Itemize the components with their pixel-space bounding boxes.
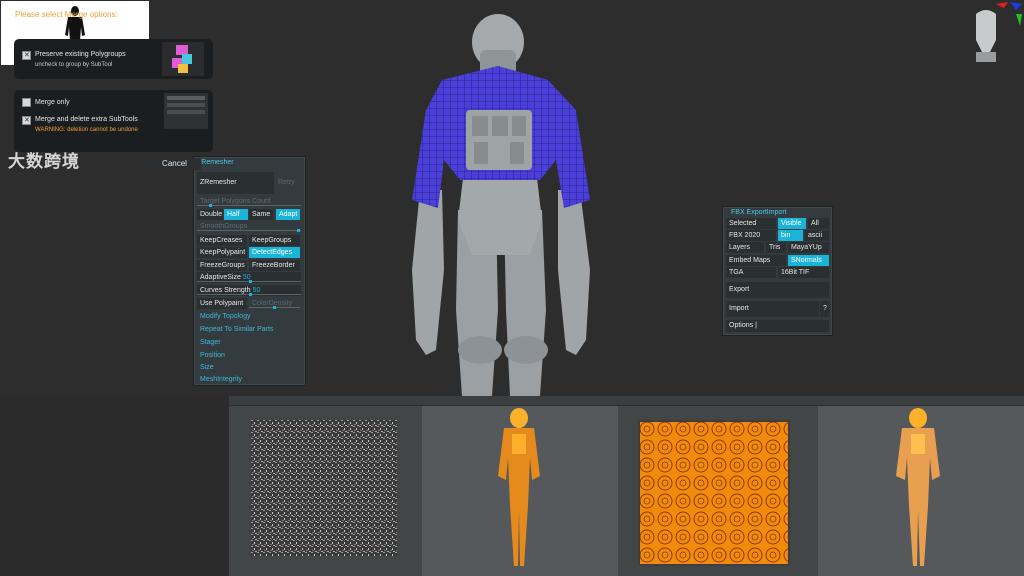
size-button[interactable]: Size (197, 362, 301, 373)
double-button[interactable]: Double (197, 209, 223, 220)
position-button[interactable]: Position (197, 350, 301, 361)
16bit-tif-button[interactable]: 16Bit TIF (778, 267, 829, 278)
colordensity-slider[interactable]: ColorDensity (249, 298, 300, 309)
adapt-button[interactable]: Adapt (276, 209, 300, 220)
subtool-preview-icon (164, 93, 208, 129)
adaptivesize-label: AdaptiveSize (200, 274, 241, 281)
uv-texture-screenshot (618, 396, 818, 576)
panel-title: FBX ExportImport (731, 209, 787, 216)
freezeborder-button[interactable]: FreezeBorder (249, 260, 300, 271)
use-polypaint-button[interactable]: Use Polypaint (197, 298, 247, 309)
import-button[interactable]: Import (726, 301, 819, 317)
target-polygons-slider[interactable]: Target Polygons Count (197, 196, 301, 207)
y-axis-icon (1016, 14, 1022, 26)
detectedges-button[interactable]: DetectEdges (249, 247, 300, 258)
adaptivesize-slider[interactable]: AdaptiveSize 50 (197, 272, 301, 283)
curves-strength-slider[interactable]: Curves Strength 50 (197, 285, 301, 296)
preserve-checkbox[interactable] (22, 51, 31, 60)
selected-button[interactable]: Selected (726, 218, 776, 229)
same-button[interactable]: Same (249, 209, 273, 220)
modify-topology-button[interactable]: Modify Topology (197, 311, 301, 322)
embed-maps-button[interactable]: Embed Maps (726, 255, 786, 266)
merge-delete-checkbox[interactable] (22, 116, 31, 125)
noise-texture-map (251, 420, 397, 556)
tris-button[interactable]: Tris (766, 242, 786, 253)
z-axis-icon (1010, 2, 1022, 10)
keeppolypaint-button[interactable]: KeepPolypaint (197, 247, 247, 258)
preserve-sub-label: uncheck to group by SubTool (35, 62, 113, 68)
watermark: 大数跨境 (8, 152, 80, 171)
warning-text: WARNING: deletion cannot be undone (35, 127, 138, 133)
curves-strength-label: Curves Strength (200, 287, 251, 294)
dialog-title: Please select Merge options: (15, 10, 118, 19)
cancel-button[interactable]: Cancel (148, 158, 201, 170)
head-gizmo-icon (976, 10, 996, 52)
merge-delete-label: Merge and delete extra SubTools (35, 116, 138, 123)
half-button[interactable]: Half (224, 209, 248, 220)
panel-title: ZRemesher (197, 159, 234, 166)
smoothgroups-slider[interactable]: SmoothGroups (197, 221, 301, 232)
merge-mode-option: Merge only Merge and delete extra SubToo… (14, 90, 213, 152)
fbx-panel: FBX ExportImport Selected Visible All FB… (722, 206, 833, 336)
keepcreases-button[interactable]: KeepCreases (197, 235, 247, 246)
merge-only-label: Merge only (35, 99, 70, 106)
smoothgroups-label: SmoothGroups (200, 223, 248, 230)
meshintegrity-button[interactable]: MeshIntegrity (197, 374, 301, 385)
bin-button[interactable]: bin (778, 230, 803, 241)
ascii-button[interactable]: ascii (805, 230, 829, 241)
zremesher-button[interactable]: ZRemesher (197, 172, 274, 194)
export-button[interactable]: Export (726, 282, 829, 298)
character-model[interactable] (380, 10, 630, 396)
orientation-gizmo[interactable] (960, 0, 1024, 70)
preserve-polygroups-option[interactable]: Preserve existing Polygroups uncheck to … (14, 39, 213, 79)
fbx-version-select[interactable]: FBX 2020 (726, 230, 776, 241)
model-view-screenshot-1 (422, 396, 618, 576)
freezegroups-button[interactable]: FreezeGroups (197, 260, 247, 271)
all-button[interactable]: All (808, 218, 829, 229)
repeat-similar-parts-button[interactable]: Repeat To Similar Parts (197, 324, 301, 335)
zremesher-panel: ZRemesher ZRemesher Retry Target Polygon… (193, 156, 306, 386)
mayayup-button[interactable]: MayaYUp (788, 242, 829, 253)
tga-button[interactable]: TGA (726, 267, 776, 278)
snormals-button[interactable]: SNormals (788, 255, 829, 266)
x-axis-icon (996, 2, 1008, 8)
model-view-screenshot-2 (818, 396, 1024, 576)
curves-strength-value: 50 (252, 287, 261, 294)
orange-model (498, 408, 540, 566)
noise-texture-screenshot (229, 396, 422, 576)
keepgroups-button[interactable]: KeepGroups (249, 235, 300, 246)
layers-button[interactable]: Layers (726, 242, 764, 253)
orange-uv-map (638, 420, 790, 566)
orange-model-wire (896, 408, 940, 566)
stager-button[interactable]: Stager (197, 337, 301, 348)
merge-only-checkbox[interactable] (22, 98, 31, 107)
visible-button[interactable]: Visible (778, 218, 806, 229)
options-button[interactable]: Options | (726, 320, 829, 332)
preserve-label: Preserve existing Polygroups (35, 51, 126, 58)
retry-button[interactable]: Retry (275, 172, 301, 194)
help-button[interactable]: ? (820, 301, 829, 317)
polygroups-preview-icon (162, 42, 204, 76)
